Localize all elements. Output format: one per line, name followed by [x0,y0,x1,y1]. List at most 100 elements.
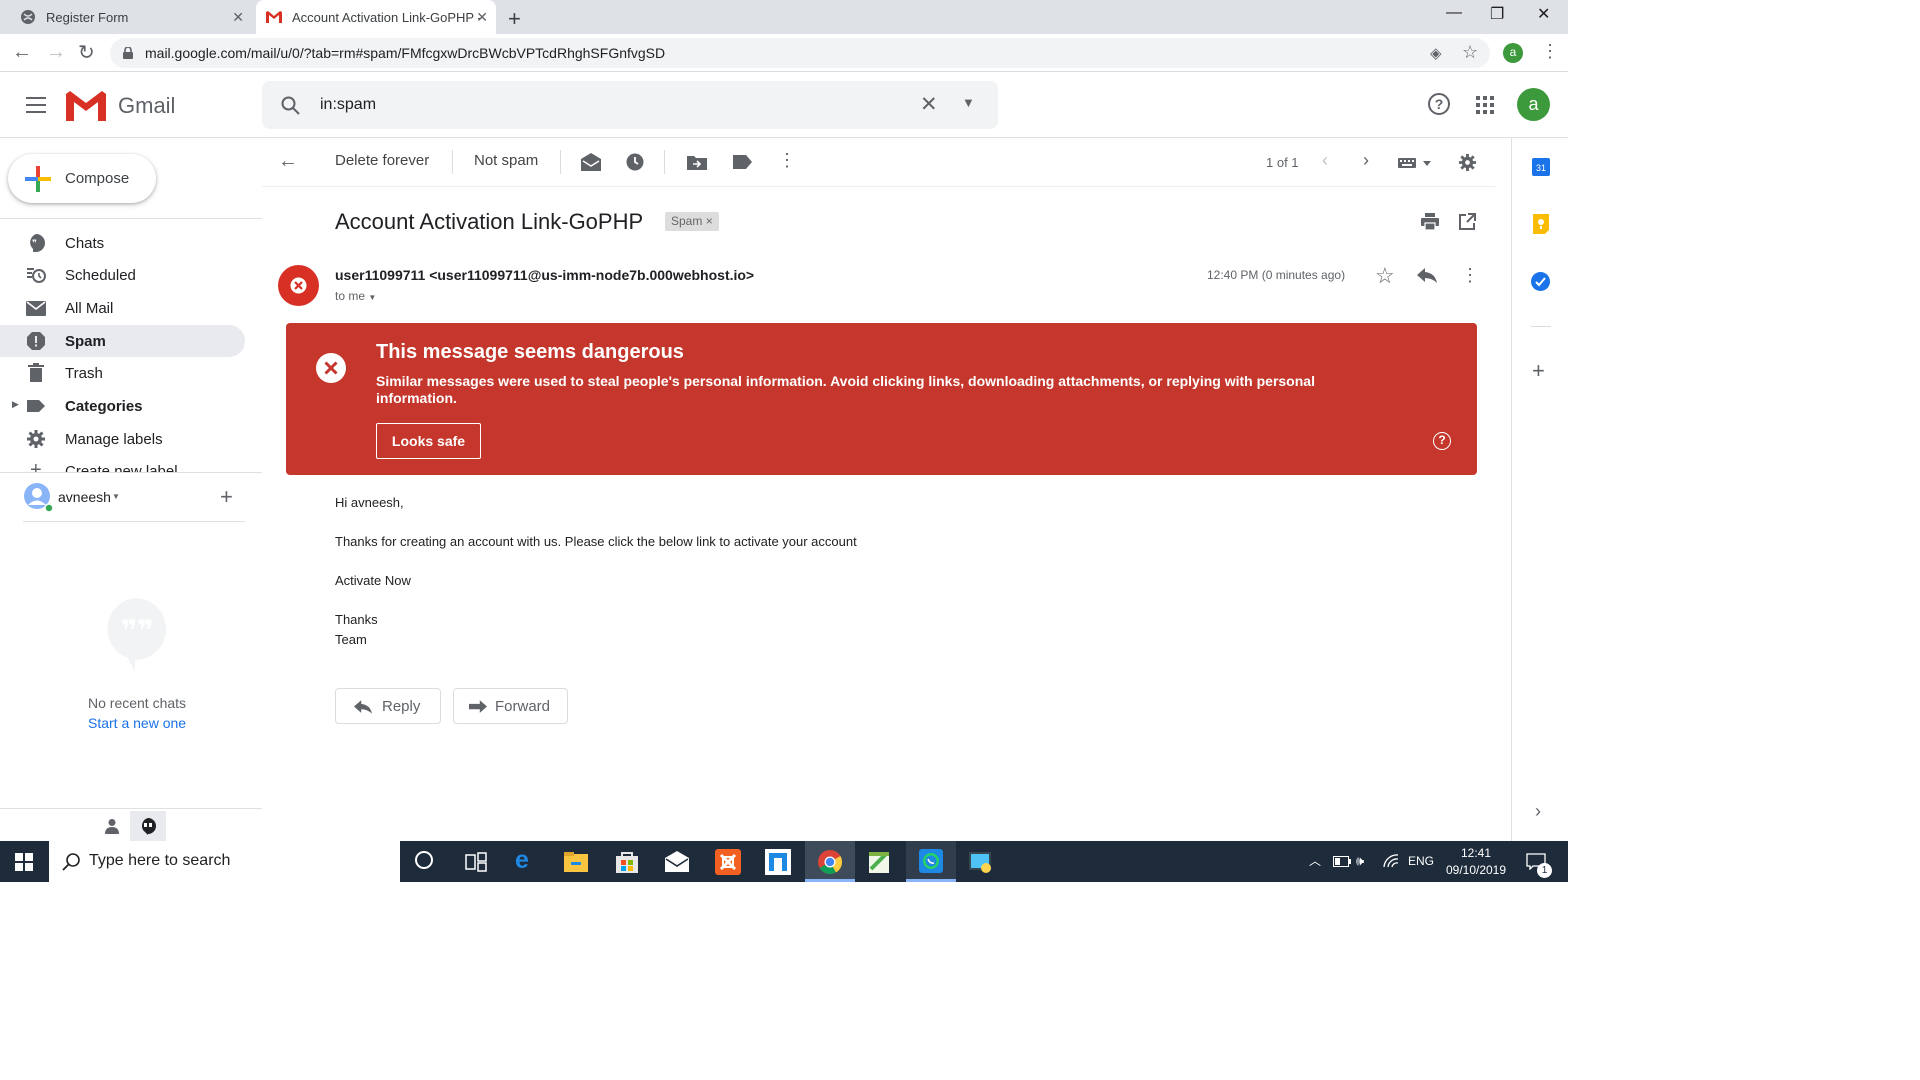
show-hidden-icons-icon[interactable]: ︿ [1309,852,1321,869]
nav-label: Manage labels [65,431,163,448]
warning-help-icon[interactable]: ? [1433,432,1451,450]
looks-safe-button[interactable]: Looks safe [376,423,481,459]
get-addons-plus-icon[interactable]: + [1532,358,1545,384]
taskbar-search-box[interactable]: Type here to search [49,841,400,882]
nav-item-manage-labels[interactable]: Manage labels [0,423,245,455]
open-new-window-icon[interactable] [1459,213,1476,230]
mark-unread-icon[interactable] [581,153,601,171]
more-actions-icon[interactable]: ⋮ [778,150,796,171]
move-to-icon[interactable] [687,154,707,170]
apps-grid-icon[interactable] [1476,96,1494,114]
file-explorer-icon[interactable] [563,849,589,875]
notepad-plus-icon[interactable] [866,849,892,875]
store-icon[interactable] [614,849,640,875]
not-spam-button[interactable]: Not spam [474,152,538,169]
tasks-icon[interactable] [1531,272,1550,291]
forward-arrow-icon[interactable]: → [46,41,66,64]
newer-chevron-icon[interactable]: ‹ [1322,150,1328,171]
sender-address[interactable]: user11099711 <user11099711@us-imm-node7b… [335,267,754,283]
input-tools-icon[interactable] [1398,157,1432,169]
volume-icon[interactable]: 🕪 [1356,853,1364,869]
reply-arrow-icon[interactable] [1417,268,1437,283]
nav-item-categories[interactable]: ▶ Categories [0,390,245,422]
label-as-icon[interactable] [733,155,752,169]
help-icon[interactable]: ? [1428,93,1450,115]
compose-button[interactable]: Compose [8,154,156,203]
battery-icon[interactable] [1333,856,1351,867]
divider [262,186,1495,187]
reload-icon[interactable]: ↻ [78,40,95,65]
profile-avatar[interactable]: a [1503,43,1523,63]
spam-label-chip[interactable]: Spam × [665,212,719,231]
extension-icon[interactable]: ◈ [1430,44,1442,62]
close-tab-icon[interactable]: ✕ [476,9,488,26]
main-menu-icon[interactable] [26,97,46,113]
xampp-icon[interactable] [715,849,741,875]
star-bookmark-icon[interactable]: ☆ [1462,42,1478,63]
settings-gear-icon[interactable] [1458,153,1477,172]
task-view-icon[interactable] [463,849,489,875]
hangouts-tab[interactable] [130,811,166,841]
nav-item-scheduled[interactable]: Scheduled [0,259,245,291]
expand-arrow-icon[interactable]: ▶ [12,399,19,410]
start-new-chat-link[interactable]: Start a new one [88,715,186,731]
plus-icon[interactable]: + [30,460,42,472]
remove-label-icon[interactable]: × [706,214,713,228]
nav-item-chats[interactable]: ❞ Chats [0,227,245,259]
nav-label[interactable]: Create new label [65,463,178,472]
minimize-icon[interactable]: — [1446,4,1462,22]
cortana-icon[interactable] [415,851,433,869]
browser-menu-icon[interactable]: ⋮ [1541,41,1559,62]
gmail-icon [266,11,282,23]
input-language-indicator[interactable]: ENG [1408,854,1434,868]
delete-forever-button[interactable]: Delete forever [335,152,429,169]
gmail-logo-icon[interactable] [66,91,106,121]
wifi-icon[interactable] [1383,854,1399,868]
system-clock[interactable]: 12:41 09/10/2019 [1440,845,1512,879]
status-dropdown-icon[interactable]: ▼ [112,492,120,501]
account-avatar[interactable]: a [1517,88,1550,121]
address-bar[interactable]: mail.google.com/mail/u/0/?tab=rm#spam/FM… [110,38,1490,68]
new-tab-icon[interactable]: + [508,6,521,32]
mail-search-box[interactable]: in:spam ✕ ▼ [262,81,998,129]
message-more-icon[interactable]: ⋮ [1461,265,1479,286]
code-editor-icon[interactable] [765,849,791,875]
reply-button[interactable]: Reply [335,688,441,724]
close-tab-icon[interactable]: ✕ [232,9,244,26]
add-chat-icon[interactable]: + [220,484,233,510]
contacts-icon[interactable] [104,818,120,834]
back-to-spam-icon[interactable]: ← [278,150,298,173]
snooze-clock-icon[interactable] [626,153,644,171]
chrome-taskbar-button[interactable] [805,841,855,882]
maximize-icon[interactable]: ❐ [1490,4,1504,24]
python-app-icon[interactable] [968,849,994,875]
clear-search-icon[interactable]: ✕ [920,92,938,117]
nav-item-trash[interactable]: Trash [0,357,245,389]
hangouts-user-name[interactable]: avneesh [58,489,111,505]
edge-browser-icon[interactable]: e [515,846,529,875]
windows-start-icon[interactable] [15,853,33,871]
nav-item-spam[interactable]: Spam [0,325,245,357]
search-input[interactable]: in:spam [320,96,376,114]
recipient-text[interactable]: to me ▼ [335,289,376,303]
search-icon[interactable] [281,96,300,115]
mail-app-icon[interactable] [664,849,690,875]
details-dropdown-icon[interactable]: ▼ [368,293,376,302]
nav-item-all-mail[interactable]: All Mail [0,292,245,324]
whatsapp-taskbar-button[interactable] [906,841,956,882]
tab-register-form[interactable]: Register Form ✕ [8,0,252,34]
star-icon[interactable]: ☆ [1375,263,1395,289]
search-options-icon[interactable]: ▼ [962,95,975,110]
activate-now-text[interactable]: Activate Now [335,573,411,588]
user-avatar-icon[interactable] [23,482,53,512]
chat-icon: ❞ [30,234,45,252]
print-icon[interactable] [1421,213,1439,230]
show-side-panel-icon[interactable]: › [1535,801,1541,822]
older-chevron-icon[interactable]: › [1363,150,1369,171]
keep-icon[interactable] [1533,214,1549,234]
tab-account-activation[interactable]: Account Activation Link-GoPHP - ✕ [256,0,496,34]
close-window-icon[interactable]: ✕ [1537,4,1550,24]
back-arrow-icon[interactable]: ← [12,41,32,64]
forward-button[interactable]: Forward [453,688,568,724]
calendar-icon[interactable]: 31 [1532,158,1550,176]
